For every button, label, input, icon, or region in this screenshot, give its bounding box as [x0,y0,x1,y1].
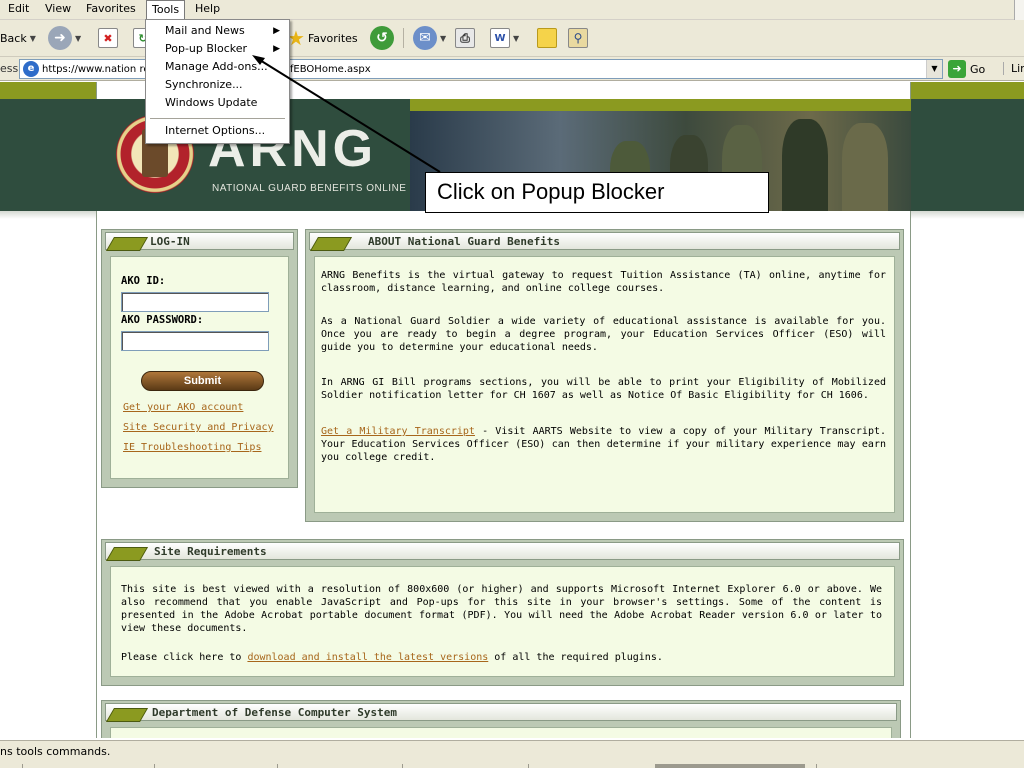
research-button[interactable]: ⚲ [568,24,588,52]
dod-title-bar: Department of Defense Computer System [105,703,897,722]
brand-subtitle: NATIONAL GUARD BENEFITS ONLINE [212,183,407,194]
menu-item-internet-options[interactable]: Internet Options... [147,122,288,140]
menu-item-popup-blocker[interactable]: Pop-up Blocker ▶ [147,40,288,58]
history-icon: ↺ [370,26,394,50]
login-panel: LOG-IN AKO ID: AKO PASSWORD: Submit Get … [101,229,298,488]
ako-id-input[interactable] [121,292,269,312]
site-requirements-paragraph-2: Please click here to download and instal… [121,651,886,664]
favorites-button[interactable]: ★ Favorites [287,24,358,52]
site-requirements-title: Site Requirements [154,545,267,558]
favorites-label: Favorites [307,31,358,45]
about-title: ABOUT National Guard Benefits [368,235,561,248]
about-paragraph-2: As a National Guard Soldier a wide varie… [321,316,886,353]
popup-blocker-label: Pop-up Blocker [165,42,248,55]
menu-tools[interactable]: Tools [146,0,186,20]
menu-bar: Edit View Favorites Tools Help [0,0,1024,20]
back-dropdown-icon[interactable]: ▼ [30,34,36,43]
address-dropdown-icon[interactable]: ▼ [926,60,942,78]
dod-body [110,727,892,738]
menu-item-synchronize[interactable]: Synchronize... [147,76,288,94]
menu-edit[interactable]: Edit [3,0,34,20]
plugins-text-before: Please click here to [121,652,248,663]
dod-title: Department of Defense Computer System [152,706,398,719]
submenu-arrow-icon: ▶ [273,26,280,36]
menu-item-manage-add-ons[interactable]: Manage Add-ons... [147,58,288,76]
site-requirements-title-bar: Site Requirements [105,542,900,561]
menu-divider [150,118,285,119]
folder-icon [537,28,557,48]
about-paragraph-4: Get a Military Transcript - Visit AARTS … [321,425,886,464]
ie-page-icon: e [23,61,39,77]
submenu-arrow-icon: ▶ [273,44,280,54]
mail-icon: ✉ [413,26,437,50]
stop-button[interactable]: ✖ [98,24,118,52]
go-button[interactable]: ➜ Go [948,59,985,79]
word-edit-icon: W [490,28,510,48]
print-button[interactable]: ⎙ [455,24,475,52]
about-title-bar: ABOUT National Guard Benefits [309,232,900,251]
menu-item-windows-update[interactable]: Windows Update [147,94,288,112]
print-icon: ⎙ [455,28,475,48]
about-panel: ABOUT National Guard Benefits ARNG Benef… [305,229,904,522]
folder-button[interactable] [537,24,557,52]
status-panels [0,764,1024,768]
research-icon: ⚲ [568,28,588,48]
ako-password-input[interactable] [121,331,269,351]
tools-menu: Mail and News ▶ Pop-up Blocker ▶ Manage Ad… [145,19,290,144]
submit-button[interactable]: Submit [141,371,264,391]
plugins-text-after: of all the required plugins. [488,652,663,663]
ako-id-label: AKO ID: [121,275,166,287]
status-bar: ns tools commands. [0,740,1024,768]
back-button[interactable]: Back ▼ [0,24,36,52]
dod-panel: Department of Defense Computer System [101,700,901,738]
toolbar-separator [403,28,404,48]
ie-troubleshooting-link[interactable]: IE Troubleshooting Tips [123,442,261,453]
about-body: ARNG Benefits is the virtual gateway to … [314,256,895,513]
callout-box: Click on Popup Blocker [425,172,769,213]
ako-password-label: AKO PASSWORD: [121,314,204,326]
menu-view[interactable]: View [40,0,76,20]
back-label: Back [0,31,27,45]
login-title-bar: LOG-IN [105,232,294,251]
status-text: ns tools commands. [0,745,111,758]
menubar-throbber [1014,0,1024,20]
download-plugins-link[interactable]: download and install the latest versions [247,652,488,663]
login-body: AKO ID: AKO PASSWORD: Submit Get your AK… [110,256,289,479]
site-requirements-panel: Site Requirements This site is best view… [101,539,904,686]
menu-favorites[interactable]: Favorites [81,0,141,20]
menu-help[interactable]: Help [190,0,225,20]
stop-icon: ✖ [98,28,118,48]
go-arrow-icon: ➜ [948,60,966,78]
forward-arrow-icon: ➜ [48,26,72,50]
address-label: ess [0,62,19,75]
site-requirements-paragraph-1: This site is best viewed with a resoluti… [121,584,882,634]
edit-dropdown-icon[interactable]: ▼ [513,34,519,43]
history-button[interactable]: ↺ [370,24,394,52]
browser-window: Edit View Favorites Tools Help Back ▼ ➜ … [0,0,1024,768]
mail-dropdown-icon[interactable]: ▼ [440,34,446,43]
edit-button[interactable]: W ▼ [490,24,519,52]
get-ako-account-link[interactable]: Get your AKO account [123,402,243,413]
go-label: Go [970,62,986,76]
forward-dropdown-icon[interactable]: ▼ [75,34,81,43]
about-paragraph-1: ARNG Benefits is the virtual gateway to … [321,270,886,294]
forward-button[interactable]: ➜ ▼ [48,24,81,52]
about-paragraph-3: In ARNG GI Bill programs sections, you w… [321,377,886,401]
links-button[interactable]: Lin [1003,62,1024,75]
mail-and-news-label: Mail and News [165,24,245,37]
menu-item-mail-and-news[interactable]: Mail and News ▶ [147,22,288,40]
login-title: LOG-IN [150,235,190,248]
site-requirements-body: This site is best viewed with a resoluti… [110,566,895,677]
military-transcript-link[interactable]: Get a Military Transcript [321,426,475,437]
mail-button[interactable]: ✉ ▼ [413,24,446,52]
site-security-link[interactable]: Site Security and Privacy [123,422,274,433]
